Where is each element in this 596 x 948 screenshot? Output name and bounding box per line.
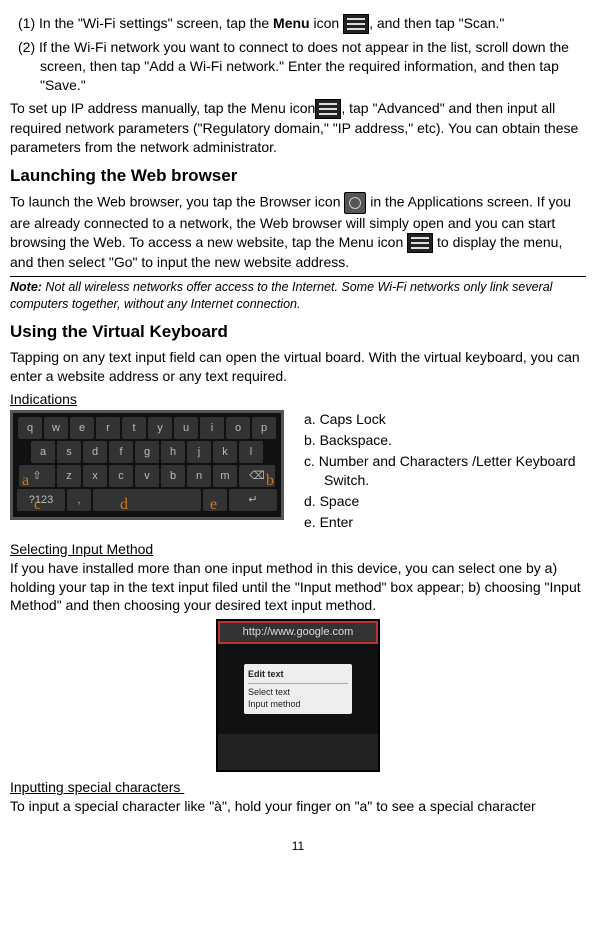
heading-launching-browser: Launching the Web browser xyxy=(10,165,586,188)
space-key xyxy=(93,489,201,511)
popup-url: http://www.google.com xyxy=(218,621,378,644)
callout-e: e xyxy=(210,494,217,516)
page-number: 11 xyxy=(10,838,586,854)
note-label: Note: xyxy=(10,280,42,294)
key-l: l xyxy=(239,441,263,463)
step-2-text: If the Wi-Fi network you want to connect… xyxy=(39,39,569,93)
step-2-prefix: (2) xyxy=(18,39,39,55)
legend-list: a. Caps Lock b. Backspace. c. Number and… xyxy=(304,410,586,533)
key-p: p xyxy=(252,417,276,439)
key-w: w xyxy=(44,417,68,439)
key-i: i xyxy=(200,417,224,439)
popup-title: Edit text xyxy=(248,668,348,683)
inputting-special-text: To input a special character like "à", h… xyxy=(10,797,586,816)
key-f: f xyxy=(109,441,133,463)
key-h: h xyxy=(161,441,185,463)
launch-paragraph: To launch the Web browser, you tap the B… xyxy=(10,192,586,272)
key-r: r xyxy=(96,417,120,439)
callout-d: d xyxy=(120,494,128,516)
vk-intro: Tapping on any text input field can open… xyxy=(10,348,586,386)
ip-paragraph: To set up IP address manually, tap the M… xyxy=(10,99,586,157)
menu-word: Menu xyxy=(273,15,310,31)
key-o: o xyxy=(226,417,250,439)
key-v: v xyxy=(135,465,159,487)
key-a: a xyxy=(31,441,55,463)
input-method-screenshot: http://www.google.com Edit text Select t… xyxy=(216,619,380,772)
popup-keyboard-area xyxy=(218,734,378,770)
key-s: s xyxy=(57,441,81,463)
key-b: b xyxy=(161,465,185,487)
key-d: d xyxy=(83,441,107,463)
indications-heading: Indications xyxy=(10,390,586,409)
key-u: u xyxy=(174,417,198,439)
keyboard-figure: qwertyuiop asdfghjkl ⇧ zxcvbnm⌫ ?123 , .… xyxy=(10,410,586,533)
key-e: e xyxy=(70,417,94,439)
popup-option-1: Select text xyxy=(248,686,348,698)
key-n: n xyxy=(187,465,211,487)
step-1-prefix: (1) xyxy=(18,15,39,31)
key-k: k xyxy=(213,441,237,463)
step-2: (2) If the Wi-Fi network you want to con… xyxy=(10,38,586,95)
step-1-text-a: In the "Wi-Fi settings" screen, tap the xyxy=(39,15,273,31)
key-x: x xyxy=(83,465,107,487)
callout-a: a xyxy=(22,470,29,492)
heading-virtual-keyboard: Using the Virtual Keyboard xyxy=(10,321,586,344)
key-q: q xyxy=(18,417,42,439)
key-z: z xyxy=(57,465,81,487)
comma-key: , xyxy=(67,489,91,511)
legend-d: d. Space xyxy=(304,492,586,511)
key-c: c xyxy=(109,465,133,487)
key-g: g xyxy=(135,441,159,463)
popup-dialog: Edit text Select text Input method xyxy=(244,664,352,713)
menu-icon xyxy=(407,233,433,253)
menu-icon xyxy=(315,99,341,119)
legend-c: c. Number and Characters /Letter Keyboar… xyxy=(304,452,586,490)
inputting-special-heading: Inputting special characters xyxy=(10,778,586,797)
selecting-input-text: If you have installed more than one inpu… xyxy=(10,559,586,616)
callout-c: c xyxy=(34,494,41,516)
ip-text-a: To set up IP address manually, tap the M… xyxy=(10,100,315,116)
step-1-text-c: , and then tap "Scan." xyxy=(369,15,504,31)
key-y: y xyxy=(148,417,172,439)
menu-icon xyxy=(343,14,369,34)
note-block: Note: Not all wireless networks offer ac… xyxy=(10,276,586,313)
step-1-text-b: icon xyxy=(310,15,343,31)
browser-icon xyxy=(344,192,366,214)
legend-a: a. Caps Lock xyxy=(304,410,586,429)
key-j: j xyxy=(187,441,211,463)
step-1: (1) In the "Wi-Fi settings" screen, tap … xyxy=(10,14,586,34)
legend-e: e. Enter xyxy=(304,513,586,532)
popup-option-2: Input method xyxy=(248,698,348,710)
note-text: Not all wireless networks offer access t… xyxy=(10,280,552,311)
key-t: t xyxy=(122,417,146,439)
selecting-input-heading: Selecting Input Method xyxy=(10,540,586,559)
keyboard-image: qwertyuiop asdfghjkl ⇧ zxcvbnm⌫ ?123 , .… xyxy=(10,410,284,520)
launch-text-a: To launch the Web browser, you tap the B… xyxy=(10,194,344,210)
key-m: m xyxy=(213,465,237,487)
legend-b: b. Backspace. xyxy=(304,431,586,450)
enter-key: ↵ xyxy=(229,489,277,511)
callout-b: b xyxy=(266,470,274,492)
